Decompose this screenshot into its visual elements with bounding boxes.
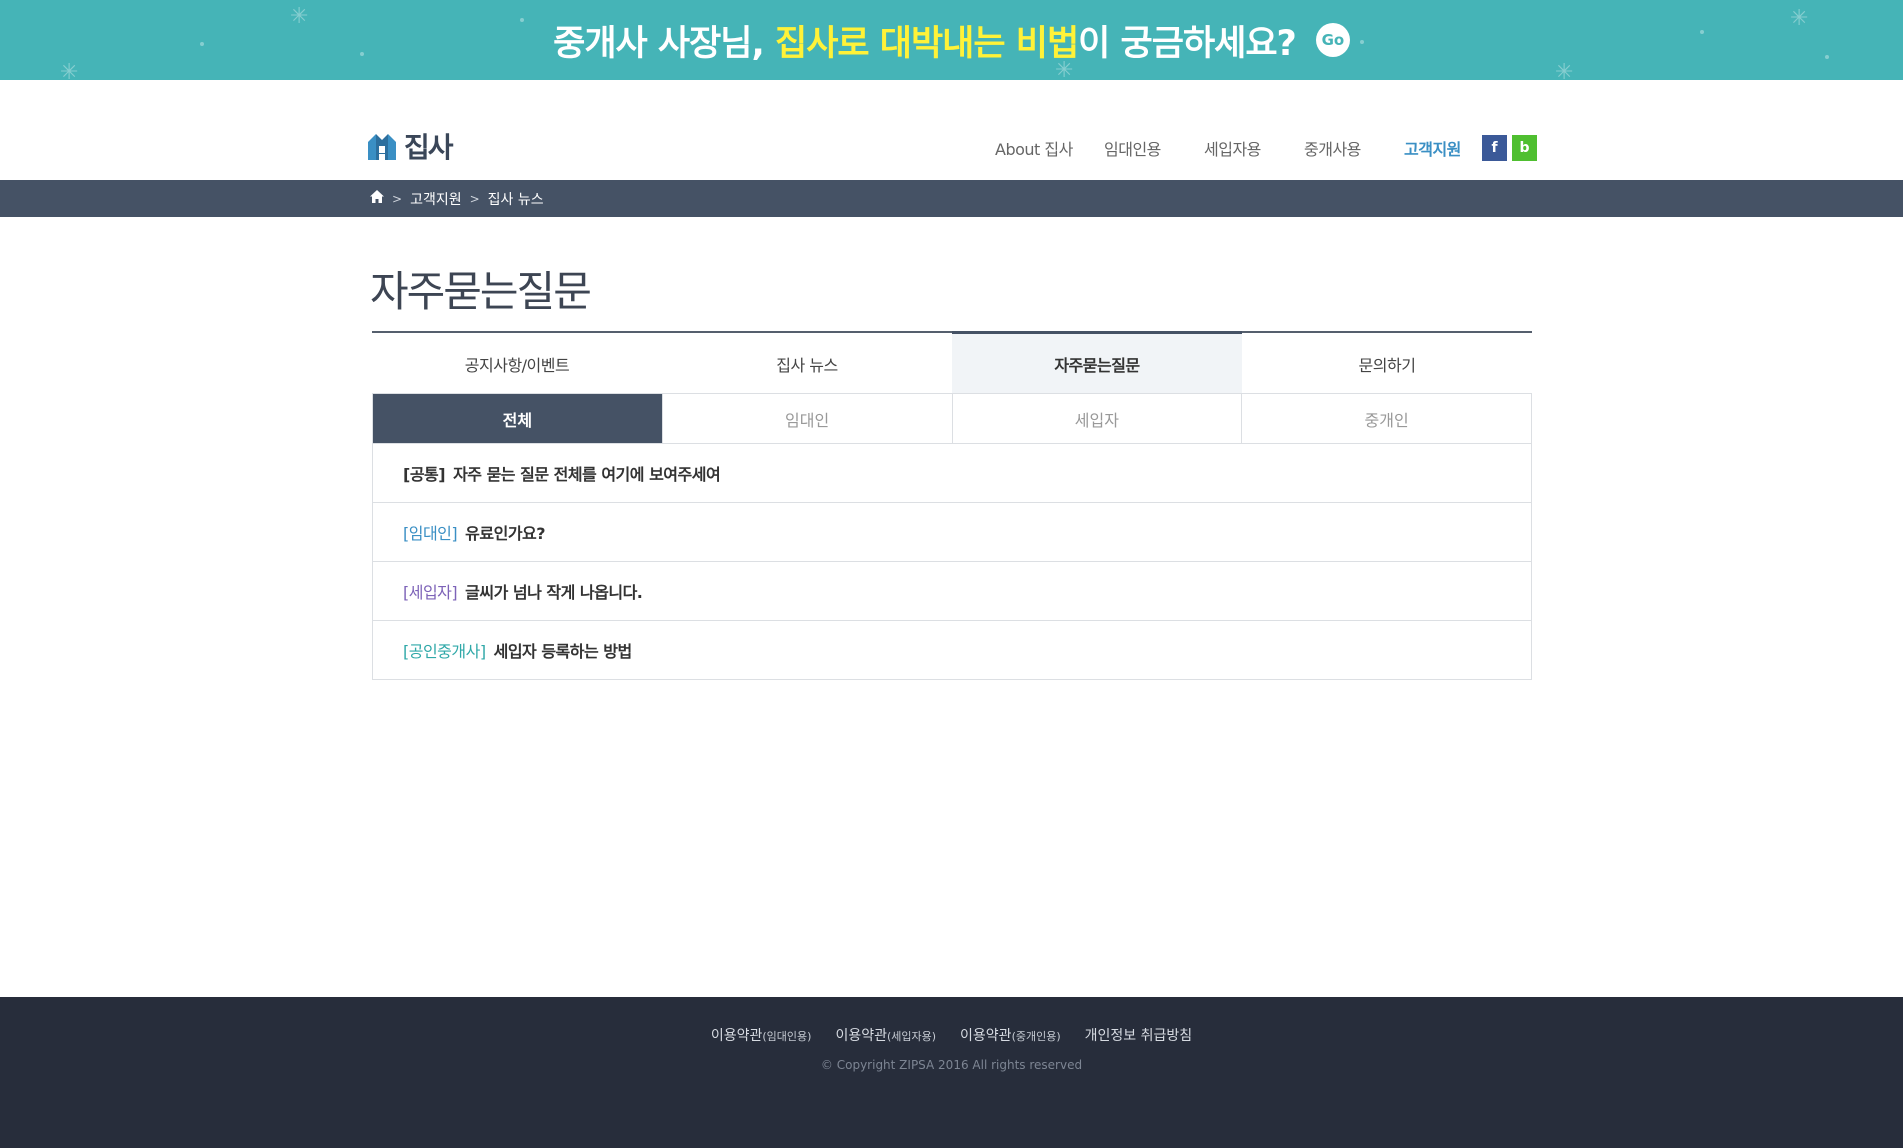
filter-all[interactable]: 전체 xyxy=(373,394,662,443)
banner-link[interactable]: 중개사 사장님, 집사로 대박내는 비법이 궁금하세요? Go xyxy=(0,0,1903,80)
tab-faq[interactable]: 자주묻는질문 xyxy=(952,331,1242,394)
faq-question: 유료인가요? xyxy=(465,524,546,543)
banner-highlight: 집사로 대박내는 비법 xyxy=(775,23,1079,64)
faq-category: [세입자] xyxy=(403,583,458,602)
breadcrumb: > 고객지원 > 집사 뉴스 xyxy=(370,180,544,217)
terms-landlord-link[interactable]: 이용약관(임대인용) xyxy=(711,1025,812,1045)
filter-landlord[interactable]: 임대인 xyxy=(661,394,952,443)
faq-item[interactable]: [공통] 자주 묻는 질문 전체를 여기에 보여주세여 xyxy=(373,443,1531,502)
breadcrumb-separator: > xyxy=(392,191,403,206)
go-button[interactable]: Go xyxy=(1315,23,1350,57)
faq-question: 자주 묻는 질문 전체를 여기에 보여주세여 xyxy=(453,464,721,484)
tab-news[interactable]: 집사 뉴스 xyxy=(662,333,952,394)
filter-tenant[interactable]: 세입자 xyxy=(951,394,1242,443)
nav-agent[interactable]: 중개사용 xyxy=(1304,136,1361,160)
footer-links: 이용약관(임대인용) 이용약관(세입자용) 이용약관(중개인용) 개인정보 취급… xyxy=(0,1025,1903,1045)
site-footer: 이용약관(임대인용) 이용약관(세입자용) 이용약관(중개인용) 개인정보 취급… xyxy=(0,997,1903,1148)
terms-agent-link[interactable]: 이용약관(중개인용) xyxy=(960,1025,1061,1045)
page-title: 자주묻는질문 xyxy=(370,267,592,316)
faq-item[interactable]: [공인중개사] 세입자 등록하는 방법 xyxy=(373,620,1531,679)
nav-about[interactable]: About 집사 xyxy=(995,136,1073,160)
faq-list: [공통] 자주 묻는 질문 전체를 여기에 보여주세여 [임대인] 유료인가요?… xyxy=(372,443,1532,680)
blog-icon[interactable]: b xyxy=(1512,135,1537,161)
faq-category: [임대인] xyxy=(403,524,458,543)
breadcrumb-bar: > 고객지원 > 집사 뉴스 xyxy=(0,180,1903,217)
breadcrumb-separator: > xyxy=(469,191,480,206)
faq-question: 세입자 등록하는 방법 xyxy=(493,642,633,661)
tab-inquiry[interactable]: 문의하기 xyxy=(1242,333,1532,394)
breadcrumb-item-news[interactable]: 집사 뉴스 xyxy=(488,189,544,209)
terms-tenant-link[interactable]: 이용약관(세입자용) xyxy=(835,1025,936,1045)
main-tabs: 공지사항/이벤트 집사 뉴스 자주묻는질문 문의하기 xyxy=(372,331,1532,394)
faq-filter-tabs: 전체 임대인 세입자 중개인 xyxy=(372,393,1532,444)
facebook-icon[interactable]: f xyxy=(1482,135,1507,161)
site-header: 집사 About 집사 임대인용 세입자용 중개사용 고객지원 f b xyxy=(0,80,1903,180)
faq-category: [공통] xyxy=(403,464,446,484)
tab-notice-event[interactable]: 공지사항/이벤트 xyxy=(372,333,662,394)
nav-tenant[interactable]: 세입자용 xyxy=(1204,136,1261,160)
house-logo-icon xyxy=(366,130,398,162)
faq-item[interactable]: [세입자] 글씨가 넘나 작게 나옵니다. xyxy=(373,561,1531,620)
site-logo[interactable]: 집사 xyxy=(366,126,454,166)
privacy-policy-link[interactable]: 개인정보 취급방침 xyxy=(1085,1025,1193,1045)
banner-text: 중개사 사장님, 집사로 대박내는 비법이 궁금하세요? xyxy=(553,23,1297,64)
faq-category: [공인중개사] xyxy=(403,642,486,661)
logo-text: 집사 xyxy=(404,131,454,164)
nav-support[interactable]: 고객지원 xyxy=(1404,136,1461,160)
promo-banner[interactable]: ✳ ✳ ✳ ✳ ✳ 중개사 사장님, 집사로 대박내는 비법이 궁금하세요? G… xyxy=(0,0,1903,80)
filter-agent[interactable]: 중개인 xyxy=(1241,394,1531,443)
breadcrumb-item-support[interactable]: 고객지원 xyxy=(410,189,462,209)
faq-question: 글씨가 넘나 작게 나옵니다. xyxy=(465,583,643,602)
faq-item[interactable]: [임대인] 유료인가요? xyxy=(373,502,1531,561)
nav-landlord[interactable]: 임대인용 xyxy=(1104,136,1161,160)
home-icon[interactable] xyxy=(370,190,384,207)
copyright: © Copyright ZIPSA 2016 All rights reserv… xyxy=(820,1058,1083,1072)
